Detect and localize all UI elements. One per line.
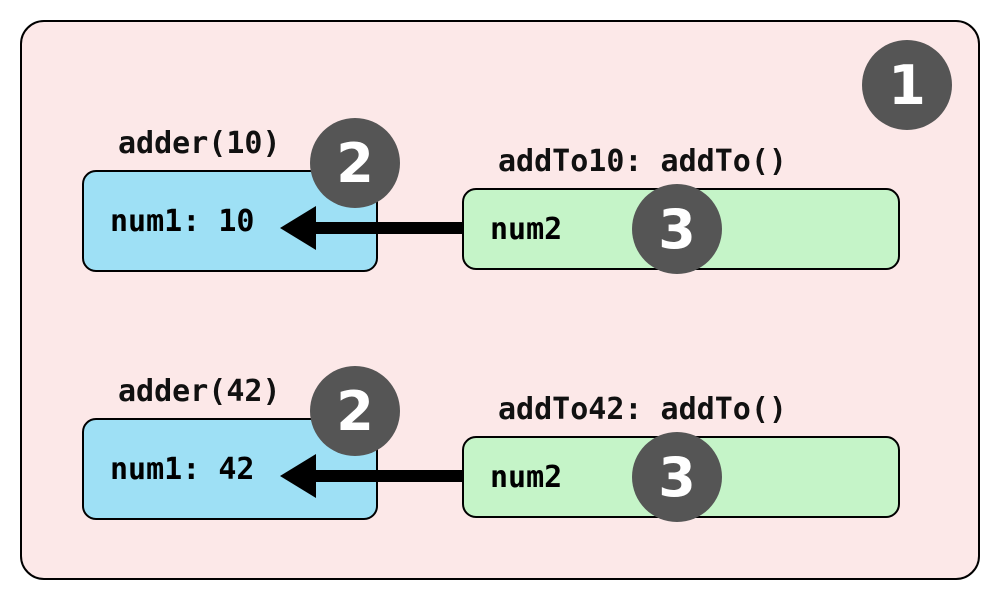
outer-scope-badge: 1 — [862, 40, 952, 130]
addto-scope-badge-2: 3 — [632, 432, 722, 522]
adder-scope-label-2: adder(42) — [118, 374, 281, 409]
closure-diagram-container: 1 adder(10) num1: 10 2 addTo10: addTo() … — [20, 20, 980, 580]
addto-scope-label-2: addTo42: addTo() — [498, 392, 787, 427]
addto-scope-badge-1: 3 — [632, 184, 722, 274]
addto-scope-content-2: num2 — [490, 460, 562, 495]
adder-scope-badge-2: 2 — [310, 366, 400, 456]
addto-scope-content-1: num2 — [490, 212, 562, 247]
adder-scope-content-2: num1: 42 — [110, 452, 255, 487]
adder-scope-label-1: adder(10) — [118, 126, 281, 161]
addto-scope-label-1: addTo10: addTo() — [498, 144, 787, 179]
adder-scope-content-1: num1: 10 — [110, 204, 255, 239]
adder-scope-badge-1: 2 — [310, 118, 400, 208]
